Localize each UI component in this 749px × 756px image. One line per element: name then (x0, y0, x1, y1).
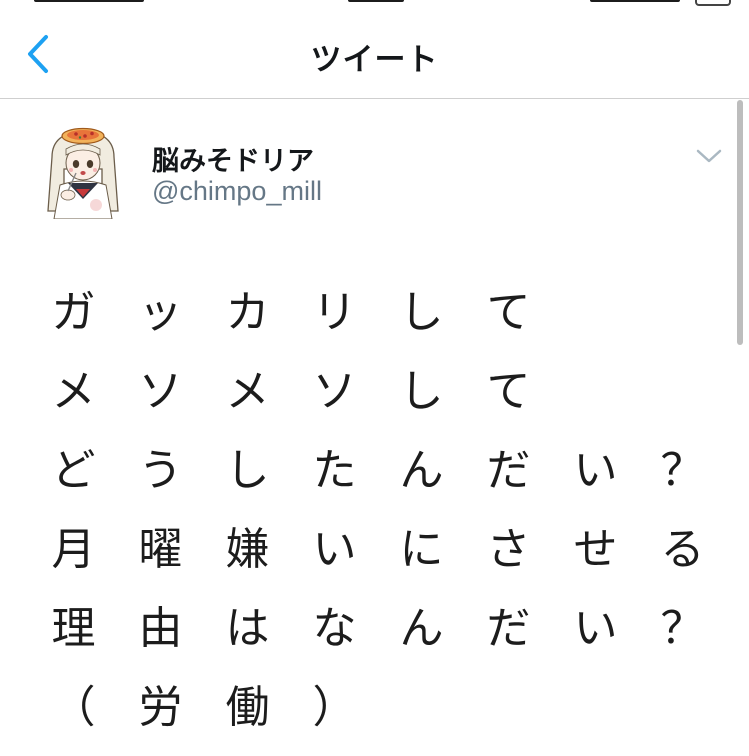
display-name[interactable]: 脳みそドリア (152, 139, 314, 178)
tweet-char: 理 (51, 603, 96, 654)
tweet-char: し (399, 366, 444, 417)
tweet-char: ガ (51, 287, 96, 338)
user-handle[interactable]: @chimpo_mill (152, 176, 322, 207)
tweet-char: ソ (312, 366, 357, 417)
tweet-char: い (573, 445, 618, 496)
tweet-char: ッ (138, 287, 183, 338)
battery-icon (695, 0, 731, 6)
tweet-char: ？ (660, 445, 705, 496)
tweet-menu-button[interactable] (694, 145, 724, 167)
tweet-char: （ (51, 682, 96, 733)
tweet-char: だ (486, 603, 531, 654)
tweet-line: 理 由 は な ん だ い ？ (30, 589, 710, 668)
tweet-char: し (225, 445, 270, 496)
tweet-char: ？ (660, 603, 705, 654)
status-signal-fragment (590, 0, 680, 2)
tweet-char: せ (573, 524, 618, 575)
page-title: ツイート (310, 42, 439, 78)
avatar-illustration (38, 119, 128, 219)
tweet-char: う (138, 445, 183, 496)
status-center-fragment (348, 0, 404, 2)
tweet-char: カ (225, 287, 270, 338)
status-bar (0, 0, 749, 14)
tweet-char: は (225, 603, 270, 654)
tweet-line: メ ソ メ ソ し て (30, 352, 710, 431)
tweet-text: ガ ッ カ リ し て メ ソ メ ソ し て ど う し た ん だ い ？ … (30, 273, 710, 747)
tweet-char: い (312, 524, 357, 575)
status-time-fragment (34, 0, 144, 2)
tweet-char: 月 (51, 524, 96, 575)
tweet-char: な (312, 603, 357, 654)
tweet-char: ん (399, 445, 444, 496)
chevron-down-icon (696, 149, 722, 163)
tweet-char: メ (225, 366, 270, 417)
tweet-line: 月 曜 嫌 い に さ せ る (30, 510, 710, 589)
avatar[interactable] (38, 119, 128, 219)
tweet-char: リ (312, 287, 357, 338)
tweet-line: （ 労 働 ） (30, 668, 710, 747)
tweet-char: メ (51, 366, 96, 417)
tweet-char: だ (486, 445, 531, 496)
tweet-char: さ (486, 524, 531, 575)
tweet-char: 嫌 (225, 524, 270, 575)
tweet-char: い (573, 603, 618, 654)
navigation-bar: ツイート (0, 14, 749, 99)
tweet-char: ん (399, 603, 444, 654)
tweet-char: に (399, 524, 444, 575)
tweet-line: ど う し た ん だ い ？ (30, 431, 710, 510)
tweet-char: ど (51, 445, 96, 496)
tweet-char: 労 (138, 682, 183, 733)
tweet-line: ガ ッ カ リ し て (30, 273, 710, 352)
tweet-char: し (399, 287, 444, 338)
tweet-char: ソ (138, 366, 183, 417)
tweet-detail: 脳みそドリア @chimpo_mill ガ ッ カ リ し て メ ソ メ ソ … (0, 99, 749, 756)
tweet-char: ） (312, 682, 357, 733)
tweet-char: た (312, 445, 357, 496)
tweet-char: て (486, 366, 531, 417)
tweet-char: 由 (138, 603, 183, 654)
tweet-char: 曜 (138, 524, 183, 575)
tweet-char: て (486, 287, 531, 338)
tweet-char: 働 (225, 682, 270, 733)
scrollbar[interactable] (737, 100, 743, 345)
tweet-char: る (660, 524, 705, 575)
